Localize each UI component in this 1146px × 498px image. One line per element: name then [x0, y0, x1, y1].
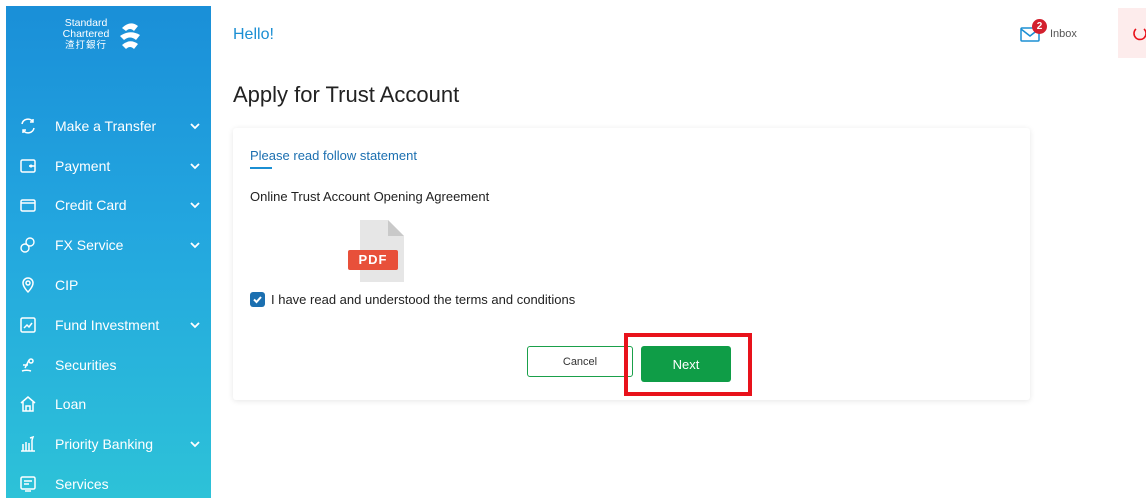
chevron-down-icon	[190, 322, 200, 329]
sidebar-item-cip[interactable]: CIP	[6, 265, 211, 305]
cip-icon	[19, 276, 37, 294]
app-window: Standard Chartered 渣打銀行 Make a Transfer	[0, 0, 1146, 498]
next-button[interactable]: Next	[641, 346, 731, 382]
logout-button[interactable]	[1118, 8, 1146, 58]
document-title: Online Trust Account Opening Agreement	[250, 189, 490, 204]
priority-banking-icon	[19, 435, 37, 453]
fx-icon	[19, 236, 37, 254]
sidebar-item-securities[interactable]: Securities	[6, 345, 211, 385]
sidebar-item-label: Loan	[55, 396, 87, 413]
cancel-button[interactable]: Cancel	[527, 346, 633, 377]
sidebar-item-label: Priority Banking	[55, 436, 154, 453]
inbox-label: Inbox	[1050, 28, 1077, 40]
standard-chartered-logo-icon	[120, 23, 140, 49]
credit-card-icon	[19, 196, 37, 214]
checkmark-icon	[253, 296, 262, 304]
sidebar-item-label: FX Service	[55, 237, 124, 254]
sidebar-item-credit-card[interactable]: Credit Card	[6, 186, 211, 226]
sidebar-nav: Make a Transfer Payment Credit Card FX S…	[6, 106, 211, 498]
inbox-count-badge: 2	[1032, 19, 1047, 34]
securities-icon	[19, 356, 37, 374]
pdf-document-icon[interactable]: PDF	[348, 220, 408, 282]
sidebar: Standard Chartered 渣打銀行 Make a Transfer	[6, 6, 211, 498]
logo-text: Standard Chartered 渣打銀行	[56, 18, 116, 52]
wallet-icon	[19, 157, 37, 175]
inbox-button[interactable]: 2 Inbox	[1020, 19, 1077, 46]
sidebar-item-services[interactable]: Services	[6, 464, 211, 498]
services-icon	[19, 475, 37, 493]
chevron-down-icon	[190, 163, 200, 169]
sidebar-item-label: Make a Transfer	[55, 117, 157, 134]
sidebar-item-label: Securities	[55, 356, 117, 373]
sidebar-item-priority-banking[interactable]: Priority Banking	[6, 424, 211, 464]
sidebar-item-fx-service[interactable]: FX Service	[6, 225, 211, 265]
pdf-label: PDF	[358, 252, 388, 267]
sidebar-item-fund-investment[interactable]: Fund Investment	[6, 305, 211, 345]
statement-tab[interactable]: Please read follow statement	[250, 148, 417, 163]
sidebar-item-make-a-transfer[interactable]: Make a Transfer	[6, 106, 211, 146]
sidebar-item-label: Payment	[55, 157, 111, 174]
logo-line-3: 渣打銀行	[64, 40, 107, 51]
terms-checkbox[interactable]	[250, 292, 265, 307]
page-title: Apply for Trust Account	[233, 82, 460, 107]
logo-line-2: Chartered	[62, 28, 110, 40]
terms-checkbox-row[interactable]: I have read and understood the terms and…	[250, 292, 575, 307]
terms-checkbox-label: I have read and understood the terms and…	[271, 292, 576, 307]
sidebar-item-loan[interactable]: Loan	[6, 385, 211, 425]
chevron-down-icon	[190, 242, 200, 249]
transfer-icon	[19, 117, 37, 135]
mail-icon: 2	[1020, 19, 1047, 43]
sidebar-item-label: Services	[55, 476, 109, 493]
sidebar-item-label: CIP	[55, 277, 79, 294]
power-icon	[1133, 28, 1146, 41]
chevron-down-icon	[190, 123, 200, 130]
chevron-down-icon	[190, 202, 200, 209]
tab-underline	[250, 167, 272, 169]
chevron-down-icon	[190, 441, 200, 448]
sidebar-item-label: Credit Card	[55, 197, 127, 214]
agreement-card: Please read follow statement Online Trus…	[233, 128, 1030, 400]
greeting: Hello!	[233, 26, 274, 43]
loan-icon	[19, 395, 37, 413]
sidebar-item-label: Fund Investment	[55, 316, 160, 333]
bank-logo[interactable]: Standard Chartered 渣打銀行	[56, 16, 166, 64]
fund-icon	[19, 316, 37, 334]
sidebar-item-payment[interactable]: Payment	[6, 146, 211, 186]
